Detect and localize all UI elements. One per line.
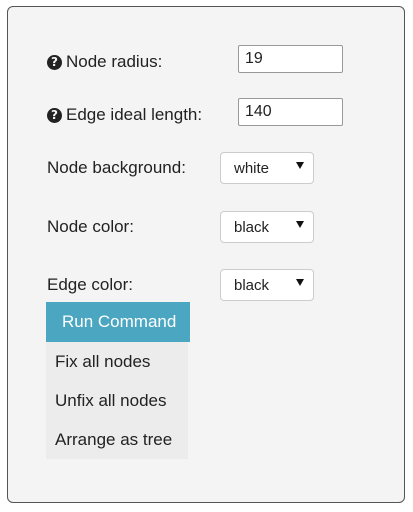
- node-radius-label-group: ? Node radius:: [47, 52, 162, 72]
- node-background-row: Node background: white: [8, 152, 404, 186]
- edge-color-label: Edge color:: [47, 275, 133, 294]
- menu-item-unfix-all-nodes[interactable]: Unfix all nodes: [46, 381, 188, 420]
- menu-item-fix-all-nodes[interactable]: Fix all nodes: [46, 342, 188, 381]
- node-color-label: Node color:: [47, 217, 134, 236]
- node-color-row: Node color: black: [8, 211, 404, 245]
- node-radius-label: Node radius:: [66, 52, 163, 71]
- edge-color-value: black: [234, 276, 270, 294]
- edge-ideal-length-label-group: ? Edge ideal length:: [47, 105, 202, 125]
- node-background-value: white: [234, 159, 270, 177]
- run-command-menu: Run Command Fix all nodes Unfix all node…: [46, 302, 190, 459]
- node-radius-input[interactable]: [238, 45, 343, 73]
- menu-item-arrange-as-tree[interactable]: Arrange as tree: [46, 420, 188, 459]
- command-list: Fix all nodes Unfix all nodes Arrange as…: [46, 342, 188, 459]
- node-background-label: Node background:: [47, 158, 186, 177]
- run-command-button[interactable]: Run Command: [46, 302, 190, 342]
- edge-ideal-length-label: Edge ideal length:: [66, 105, 203, 124]
- node-color-value: black: [234, 218, 270, 236]
- question-circle-icon[interactable]: ?: [47, 54, 62, 70]
- node-radius-row: ? Node radius:: [8, 45, 404, 79]
- edge-ideal-length-row: ? Edge ideal length:: [8, 98, 404, 132]
- node-color-select[interactable]: black: [220, 211, 314, 243]
- node-background-select[interactable]: white: [220, 152, 314, 184]
- settings-panel: ? Node radius: ? Edge ideal length: Node…: [7, 6, 405, 503]
- edge-ideal-length-input[interactable]: [238, 98, 343, 126]
- caret-down-icon: [296, 162, 304, 169]
- edge-color-select[interactable]: black: [220, 269, 314, 301]
- caret-down-icon: [296, 221, 304, 228]
- caret-down-icon: [296, 279, 304, 286]
- edge-color-row: Edge color: black: [8, 269, 404, 303]
- question-circle-icon[interactable]: ?: [47, 107, 62, 123]
